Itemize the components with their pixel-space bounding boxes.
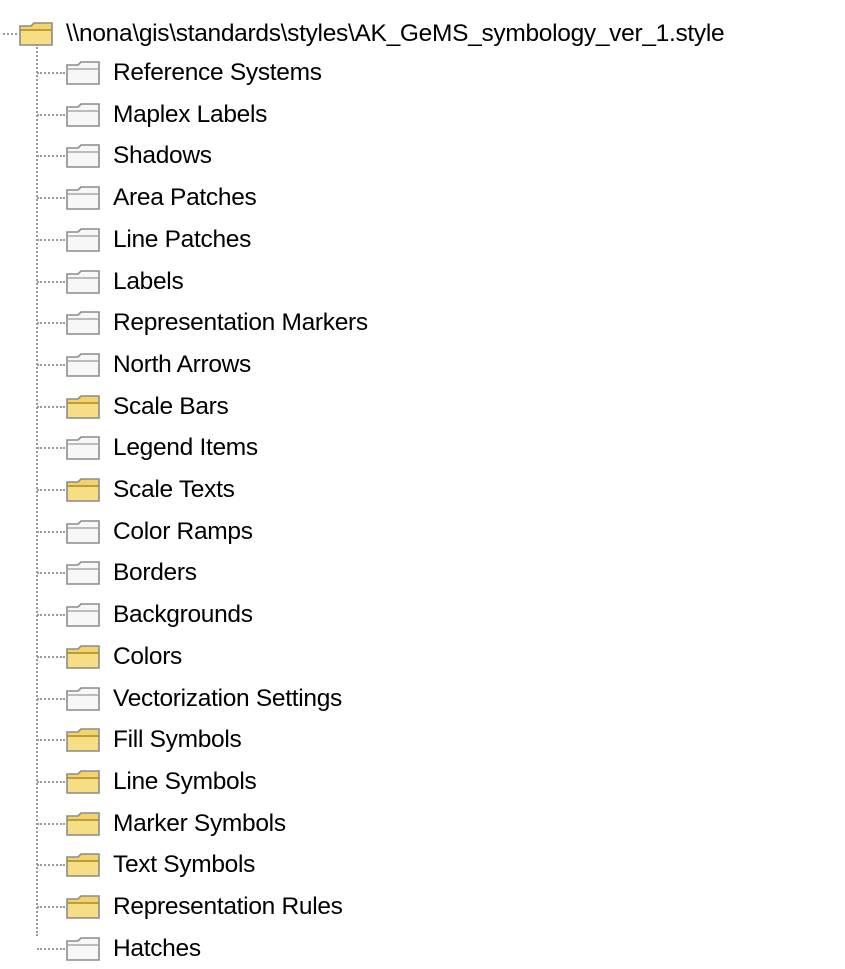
- tree-item-label: Shadows: [113, 142, 212, 170]
- tree-item-label: Legend Items: [113, 434, 258, 462]
- tree-item-marker-symbols[interactable]: Marker Symbols: [37, 804, 286, 844]
- folder-icon: [66, 853, 100, 878]
- tree-item-line-symbols[interactable]: Line Symbols: [37, 762, 257, 802]
- folder-icon: [66, 102, 100, 127]
- folder-icon: [66, 603, 100, 627]
- tree-item-labels[interactable]: Labels: [37, 262, 184, 302]
- tree-item-label: Vectorization Settings: [113, 684, 343, 712]
- tree-item-label: Scale Bars: [113, 392, 229, 420]
- folder-icon: [66, 436, 100, 461]
- tree-item-label: Reference Systems: [113, 59, 322, 86]
- folder-icon: [66, 895, 100, 919]
- tree-item-label: Labels: [113, 267, 184, 295]
- tree-item-label: Representation Markers: [113, 309, 368, 337]
- tree-item-legend-items[interactable]: Legend Items: [37, 428, 258, 468]
- folder-icon: [66, 686, 100, 711]
- tree-connector: [37, 113, 65, 116]
- tree-item-label: Scale Texts: [113, 476, 235, 503]
- tree-item-label: Colors: [113, 642, 182, 670]
- tree-connector: [37, 363, 65, 366]
- tree-item-label: North Arrows: [113, 350, 251, 378]
- tree-item-scale-texts[interactable]: Scale Texts: [37, 470, 235, 510]
- tree-item-reference-systems[interactable]: Reference Systems: [37, 53, 322, 93]
- tree-connector: [37, 864, 65, 867]
- folder-icon: [66, 770, 100, 794]
- tree-item-line-patches[interactable]: Line Patches: [37, 220, 251, 260]
- tree-connector: [37, 155, 65, 158]
- tree-item-backgrounds[interactable]: Backgrounds: [37, 595, 253, 635]
- tree-item-scale-bars[interactable]: Scale Bars: [37, 387, 229, 427]
- folder-icon: [66, 519, 100, 544]
- folder-icon: [66, 811, 100, 836]
- tree-connector: [37, 238, 65, 241]
- folder-open-icon: [19, 22, 53, 46]
- tree-connector: [37, 280, 65, 283]
- tree-connector: [37, 614, 65, 617]
- tree-connector: [3, 33, 17, 35]
- folder-icon: [66, 311, 100, 335]
- tree-connector: [37, 906, 65, 908]
- tree-item-vectorization-settings[interactable]: Vectorization Settings: [37, 679, 342, 719]
- tree-connector: [37, 572, 65, 575]
- tree-item-representation-rules[interactable]: Representation Rules: [37, 887, 343, 927]
- tree-item-label: Text Symbols: [113, 851, 256, 879]
- tree-item-maplex-labels[interactable]: Maplex Labels: [37, 95, 267, 135]
- tree-item-text-symbols[interactable]: Text Symbols: [37, 845, 255, 885]
- folder-icon: [66, 644, 100, 669]
- tree-connector: [37, 489, 65, 491]
- tree-item-label: Marker Symbols: [113, 809, 286, 837]
- tree-item-fill-symbols[interactable]: Fill Symbols: [37, 720, 242, 760]
- style-tree: \\nona\gis\standards\styles\AK_GeMS_symb…: [0, 0, 845, 962]
- folder-icon: [66, 61, 100, 85]
- tree-connector: [37, 530, 65, 533]
- tree-connector: [37, 197, 65, 200]
- tree-item-borders[interactable]: Borders: [37, 553, 197, 593]
- tree-connector: [37, 655, 65, 658]
- folder-icon: [66, 561, 100, 586]
- tree-item-label: Line Patches: [113, 225, 252, 253]
- tree-connector: [37, 72, 65, 74]
- tree-item-label: Fill Symbols: [113, 726, 242, 754]
- tree-root-label: \\nona\gis\standards\styles\AK_GeMS_symb…: [66, 20, 725, 47]
- tree-item-label: Area Patches: [113, 184, 257, 212]
- tree-root-style[interactable]: \\nona\gis\standards\styles\AK_GeMS_symb…: [18, 14, 725, 54]
- folder-icon: [66, 394, 100, 419]
- tree-connector: [37, 947, 65, 950]
- tree-connector: [37, 739, 65, 742]
- tree-connector: [37, 322, 65, 325]
- folder-icon: [66, 144, 100, 169]
- tree-connector: [37, 697, 65, 700]
- folder-icon: [66, 186, 100, 210]
- folder-icon: [66, 728, 100, 752]
- tree-item-north-arrows[interactable]: North Arrows: [37, 345, 251, 385]
- tree-item-label: Representation Rules: [113, 893, 343, 920]
- tree-item-label: Backgrounds: [113, 601, 253, 629]
- tree-item-label: Maplex Labels: [113, 100, 268, 128]
- tree-connector: [37, 405, 65, 408]
- tree-item-shadows[interactable]: Shadows: [37, 136, 212, 176]
- folder-icon: [66, 478, 100, 502]
- tree-item-label: Borders: [113, 559, 197, 587]
- tree-item-representation-markers[interactable]: Representation Markers: [37, 303, 368, 343]
- tree-item-label: Color Ramps: [113, 517, 253, 545]
- folder-icon: [66, 936, 100, 961]
- folder-icon: [66, 269, 100, 294]
- tree-item-label: Line Symbols: [113, 767, 257, 795]
- tree-item-label: Hatches: [113, 934, 201, 962]
- folder-icon: [66, 227, 100, 252]
- tree-connector: [37, 447, 65, 450]
- folder-icon: [66, 353, 100, 377]
- tree-item-colors[interactable]: Colors: [37, 637, 182, 677]
- tree-item-color-ramps[interactable]: Color Ramps: [37, 512, 253, 552]
- tree-connector: [37, 780, 65, 783]
- tree-item-hatches[interactable]: Hatches: [37, 929, 201, 969]
- tree-item-area-patches[interactable]: Area Patches: [37, 178, 257, 218]
- tree-connector: [37, 822, 65, 825]
